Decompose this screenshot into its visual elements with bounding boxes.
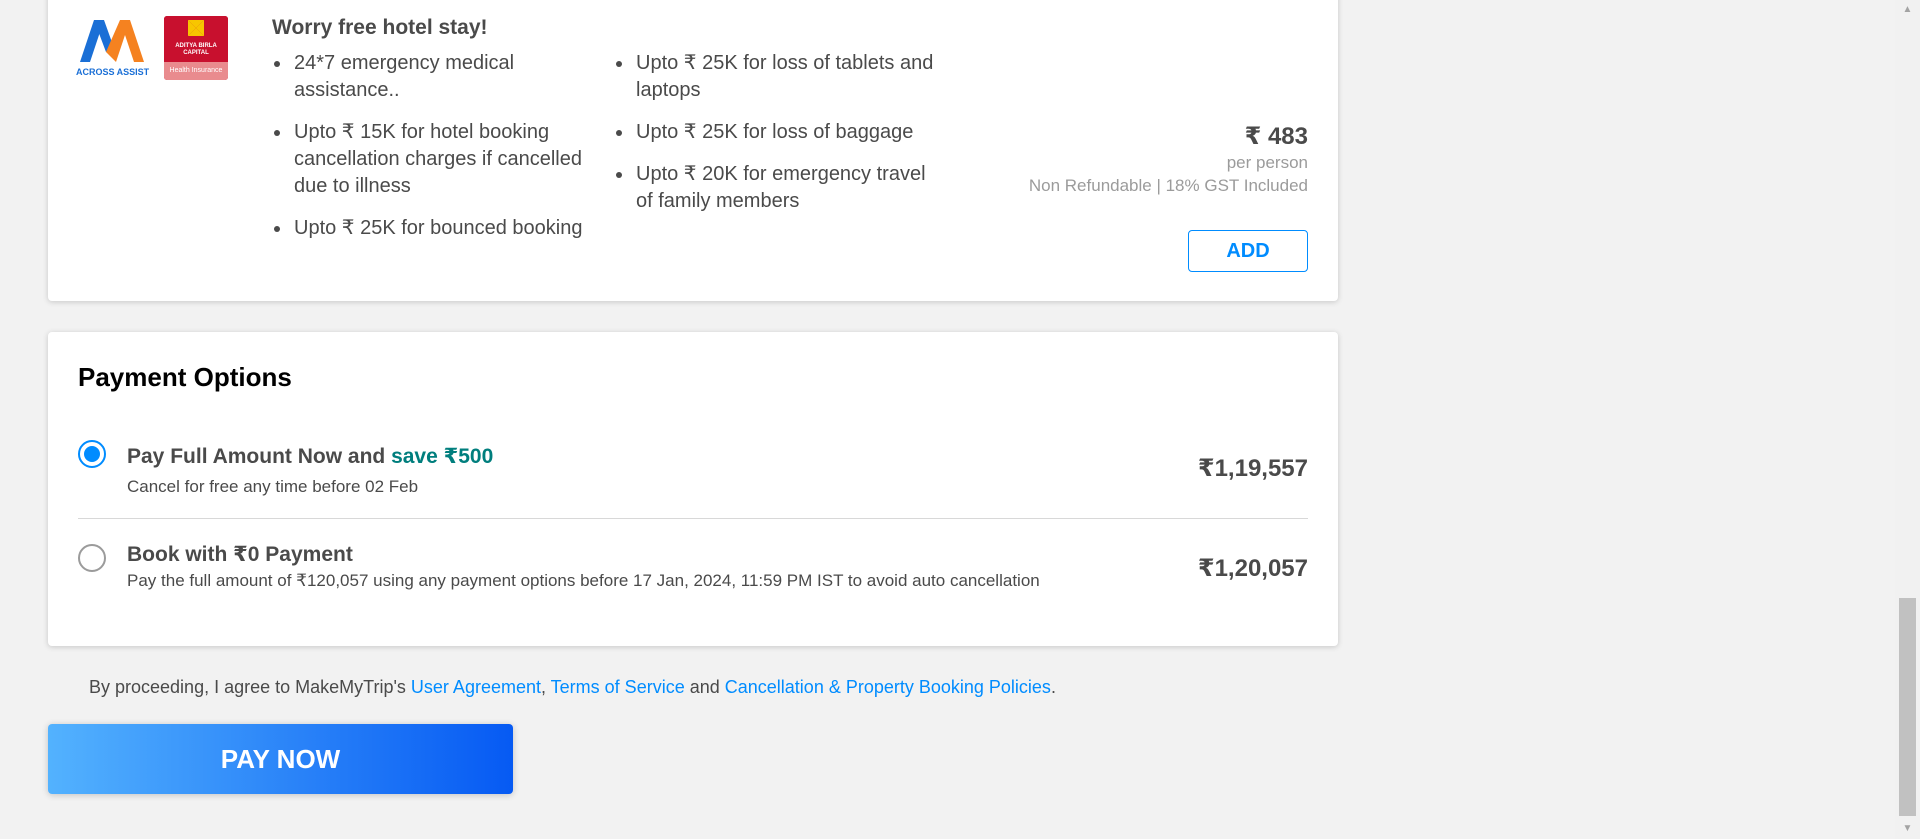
health-insurance-label: Health Insurance: [164, 62, 228, 80]
aditya-birla-logo: ADITYA BIRLA CAPITAL Health Insurance: [164, 16, 228, 80]
benefit-item: Upto ₹ 15K for hotel booking cancellatio…: [272, 119, 592, 200]
pay-full-amount: ₹1,19,557: [1197, 455, 1308, 482]
save-amount-text: save ₹500: [391, 445, 494, 468]
insurance-per-person: per person: [1226, 153, 1308, 172]
add-insurance-button[interactable]: ADD: [1188, 230, 1308, 272]
benefits-list-left: 24*7 emergency medical assistance.. Upto…: [272, 50, 592, 257]
benefit-item: Upto ₹ 25K for loss of baggage: [614, 119, 934, 146]
benefits-list-right: Upto ₹ 25K for loss of tablets and lapto…: [614, 50, 934, 230]
benefit-item: Upto ₹ 25K for bounced booking: [272, 215, 592, 242]
insurance-note: Non Refundable | 18% GST Included: [1028, 176, 1308, 195]
insurance-title: Worry free hotel stay!: [272, 16, 488, 39]
book-zero-radio[interactable]: [78, 544, 106, 572]
pay-now-button[interactable]: PAY NOW: [48, 724, 513, 794]
pay-full-title[interactable]: Pay Full Amount Now and save ₹500: [127, 444, 493, 469]
benefit-item: Upto ₹ 20K for emergency travel of famil…: [614, 161, 934, 215]
book-zero-title[interactable]: Book with ₹0 Payment: [127, 542, 353, 567]
user-agreement-link[interactable]: User Agreement: [411, 677, 541, 697]
payment-options-title: Payment Options: [78, 362, 292, 392]
book-zero-amount: ₹1,20,057: [1197, 555, 1308, 582]
options-divider: [78, 518, 1308, 519]
page-scrollbar[interactable]: ▲ ▼: [1895, 0, 1920, 839]
pay-full-subtitle: Cancel for free any time before 02 Feb: [127, 477, 419, 496]
cancellation-policy-link[interactable]: Cancellation & Property Booking Policies: [725, 677, 1051, 697]
svg-text:ACROSS ASSIST: ACROSS ASSIST: [76, 67, 150, 77]
scroll-up-arrow-icon[interactable]: ▲: [1895, 0, 1920, 20]
benefit-item: Upto ₹ 25K for loss of tablets and lapto…: [614, 50, 934, 104]
pay-full-radio[interactable]: [78, 440, 106, 468]
scrollbar-thumb[interactable]: [1899, 598, 1916, 816]
insurance-card: ACROSS ASSIST ADITYA BIRLA CAPITAL Healt…: [48, 0, 1338, 301]
across-assist-logo: ACROSS ASSIST: [76, 20, 150, 77]
benefit-item: 24*7 emergency medical assistance..: [272, 50, 592, 104]
book-zero-subtitle: Pay the full amount of ₹120,057 using an…: [127, 571, 1040, 590]
agreement-text: By proceeding, I agree to MakeMyTrip's U…: [89, 677, 1056, 697]
terms-of-service-link[interactable]: Terms of Service: [551, 677, 685, 697]
aditya-birla-wordmark: ADITYA BIRLA CAPITAL: [175, 43, 217, 56]
payment-options-card: Payment Options Pay Full Amount Now and …: [48, 332, 1338, 646]
insurance-price: ₹ 483: [1244, 123, 1308, 150]
page: ACROSS ASSIST ADITYA BIRLA CAPITAL Healt…: [0, 0, 1920, 839]
scroll-down-arrow-icon[interactable]: ▼: [1895, 819, 1920, 839]
